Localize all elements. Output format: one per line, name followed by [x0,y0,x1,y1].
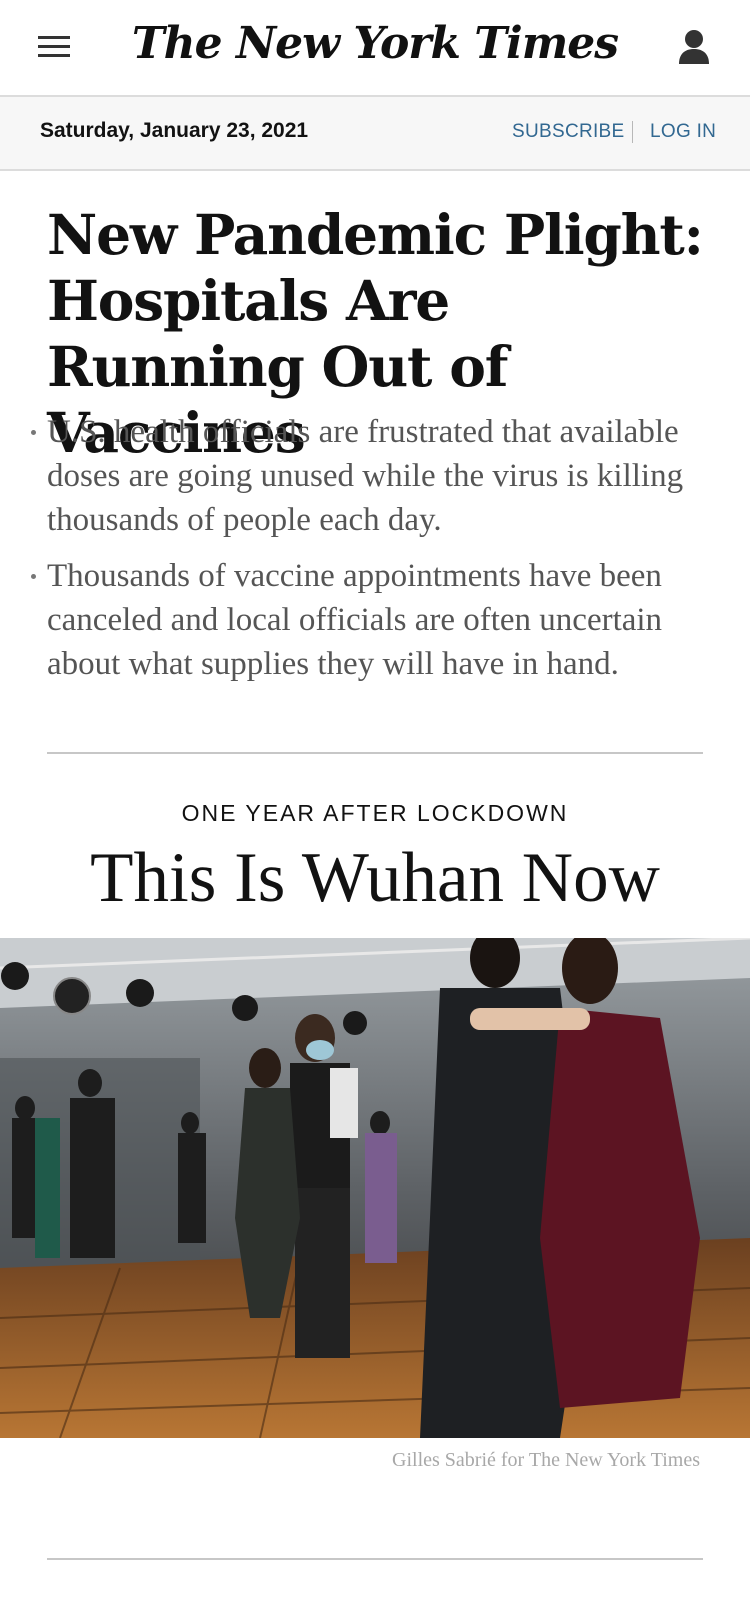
date-bar: Saturday, January 23, 2021 SUBSCRIBE LOG… [0,97,750,171]
divider [632,121,633,143]
section-divider [47,752,703,754]
subscribe-link[interactable]: SUBSCRIBE [512,121,625,143]
summary-item: U.S. health officials are frustrated tha… [31,410,697,542]
lead-summary-list: U.S. health officials are frustrated tha… [31,410,697,698]
promo-headline[interactable]: This Is Wuhan Now [0,838,750,918]
promo-kicker: ONE YEAR AFTER LOCKDOWN [181,800,569,826]
photo-credit: Gilles Sabrié for The New York Times [392,1449,700,1471]
nyt-logo[interactable]: The New York Times [0,18,750,69]
section-divider [47,1558,703,1560]
dance-hall-photo [0,938,750,1438]
masthead: The New York Times [0,0,750,97]
promo-photo[interactable] [0,938,750,1438]
summary-item: Thousands of vaccine appointments have b… [31,554,697,686]
user-account-icon[interactable] [677,28,711,68]
current-date: Saturday, January 23, 2021 [40,119,309,142]
login-link[interactable]: LOG IN [650,121,716,143]
